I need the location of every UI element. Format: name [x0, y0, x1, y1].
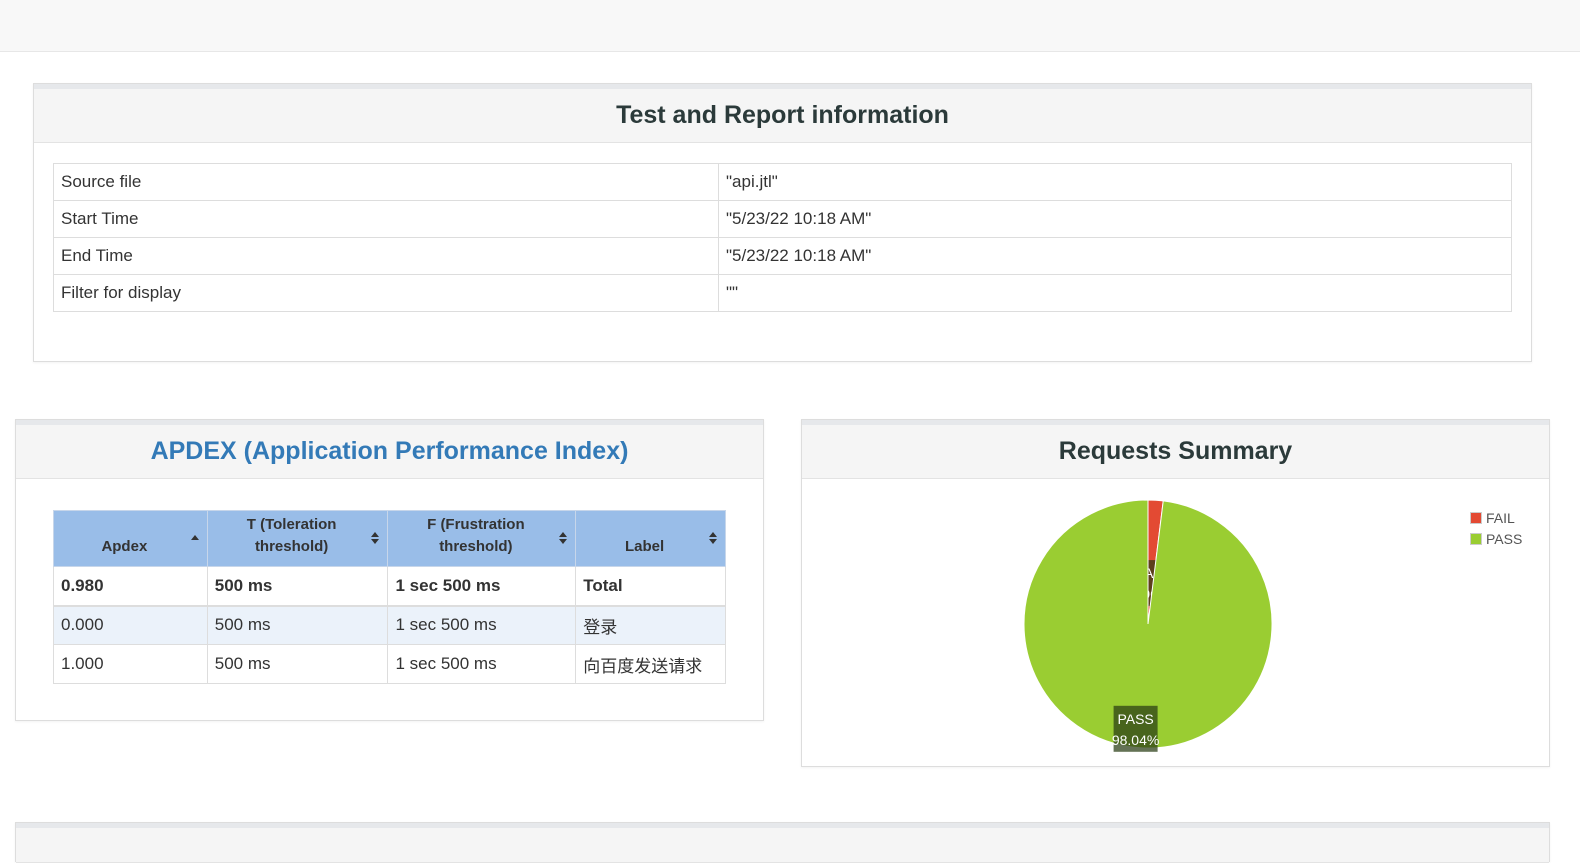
header-label-line1: T (Toleration — [246, 516, 337, 533]
info-row-start-time: Start Time "5/23/22 10:18 AM" — [53, 200, 1512, 238]
apdex-value: 0.000 — [53, 605, 208, 645]
info-value: "5/23/22 10:18 AM" — [718, 237, 1512, 275]
apdex-row-total: 0.980 500 ms 1 sec 500 ms Total — [53, 566, 726, 607]
requests-pie-chart: FAIL1.96%PASS98.04% — [1023, 499, 1273, 752]
info-row-source-file: Source file "api.jtl" — [53, 163, 1512, 201]
label-value: 登录 — [575, 605, 726, 645]
sort-header-apdex[interactable]: Apdex — [53, 510, 208, 567]
test-report-info-panel: Test and Report information Source file … — [33, 83, 1532, 362]
apdex-header-row: Apdex T (Toleration threshold) F (Frustr… — [53, 510, 726, 567]
legend-item-fail[interactable]: FAIL — [1470, 507, 1522, 528]
info-key: Filter for display — [53, 274, 719, 312]
apdex-title-link[interactable]: APDEX (Application Performance Index) — [151, 437, 629, 466]
apdex-value: 1.000 — [53, 644, 208, 684]
info-key: End Time — [53, 237, 719, 275]
panel-title: Test and Report information — [616, 101, 949, 129]
info-value: "5/23/22 10:18 AM" — [718, 200, 1512, 238]
sort-both-icon — [709, 532, 717, 544]
sort-header-frustration[interactable]: F (Frustration threshold) — [387, 510, 577, 567]
info-value: "" — [718, 274, 1512, 312]
pie-label-name: PASS — [1117, 711, 1153, 727]
frustration-value: 1 sec 500 ms — [387, 644, 577, 684]
label-value: 向百度发送请求 — [575, 644, 726, 684]
apdex-table: Apdex T (Toleration threshold) F (Frustr… — [53, 510, 726, 684]
chart-legend: FAIL PASS — [1470, 507, 1522, 549]
info-row-filter: Filter for display "" — [53, 274, 1512, 312]
pie-label-value: 98.04% — [1112, 732, 1159, 748]
apdex-value: 0.980 — [53, 566, 208, 607]
info-row-end-time: End Time "5/23/22 10:18 AM" — [53, 237, 1512, 275]
panel-heading: APDEX (Application Performance Index) — [16, 420, 763, 479]
frustration-value: 1 sec 500 ms — [387, 566, 577, 607]
sort-header-label[interactable]: Label — [575, 510, 726, 567]
frustration-value: 1 sec 500 ms — [387, 605, 577, 645]
legend-swatch-fail — [1470, 511, 1482, 524]
legend-label: FAIL — [1486, 509, 1515, 526]
pie-label-pass: PASS 98.04% — [1112, 705, 1159, 752]
panel-title: Requests Summary — [1058, 437, 1293, 465]
panel-heading — [16, 823, 1549, 863]
toleration-value: 500 ms — [206, 644, 389, 684]
legend-label: PASS — [1486, 530, 1523, 547]
next-panel — [15, 822, 1550, 863]
info-key: Source file — [53, 163, 719, 201]
toleration-value: 500 ms — [206, 566, 389, 607]
info-key: Start Time — [53, 200, 719, 238]
toleration-value: 500 ms — [206, 605, 389, 645]
apdex-row: 0.000 500 ms 1 sec 500 ms 登录 — [53, 605, 726, 645]
apdex-panel: APDEX (Application Performance Index) Ap… — [15, 419, 764, 721]
panel-heading: Requests Summary — [802, 420, 1549, 479]
sort-both-icon — [371, 532, 380, 544]
top-navbar — [0, 0, 1580, 52]
header-label-line1: F (Frustration — [427, 516, 525, 533]
sort-header-toleration[interactable]: T (Toleration threshold) — [206, 510, 389, 567]
legend-item-pass[interactable]: PASS — [1470, 528, 1522, 549]
header-label-line2: threshold) — [439, 538, 513, 555]
sort-both-icon — [559, 532, 568, 544]
info-value: "api.jtl" — [718, 163, 1512, 201]
requests-summary-panel: Requests Summary FAIL 1.96% PASS 98.04% FAI… — [801, 419, 1550, 767]
sort-ascending-icon — [190, 535, 199, 540]
panel-heading: Test and Report information — [34, 84, 1531, 143]
label-value: Total — [575, 566, 726, 607]
header-label: Label — [625, 538, 665, 555]
apdex-row: 1.000 500 ms 1 sec 500 ms 向百度发送请求 — [53, 644, 726, 684]
legend-swatch-pass — [1470, 532, 1482, 545]
header-label: Apdex — [101, 538, 148, 555]
header-label-line2: threshold) — [254, 538, 329, 555]
info-table: Source file "api.jtl" Start Time "5/23/2… — [53, 163, 1512, 312]
